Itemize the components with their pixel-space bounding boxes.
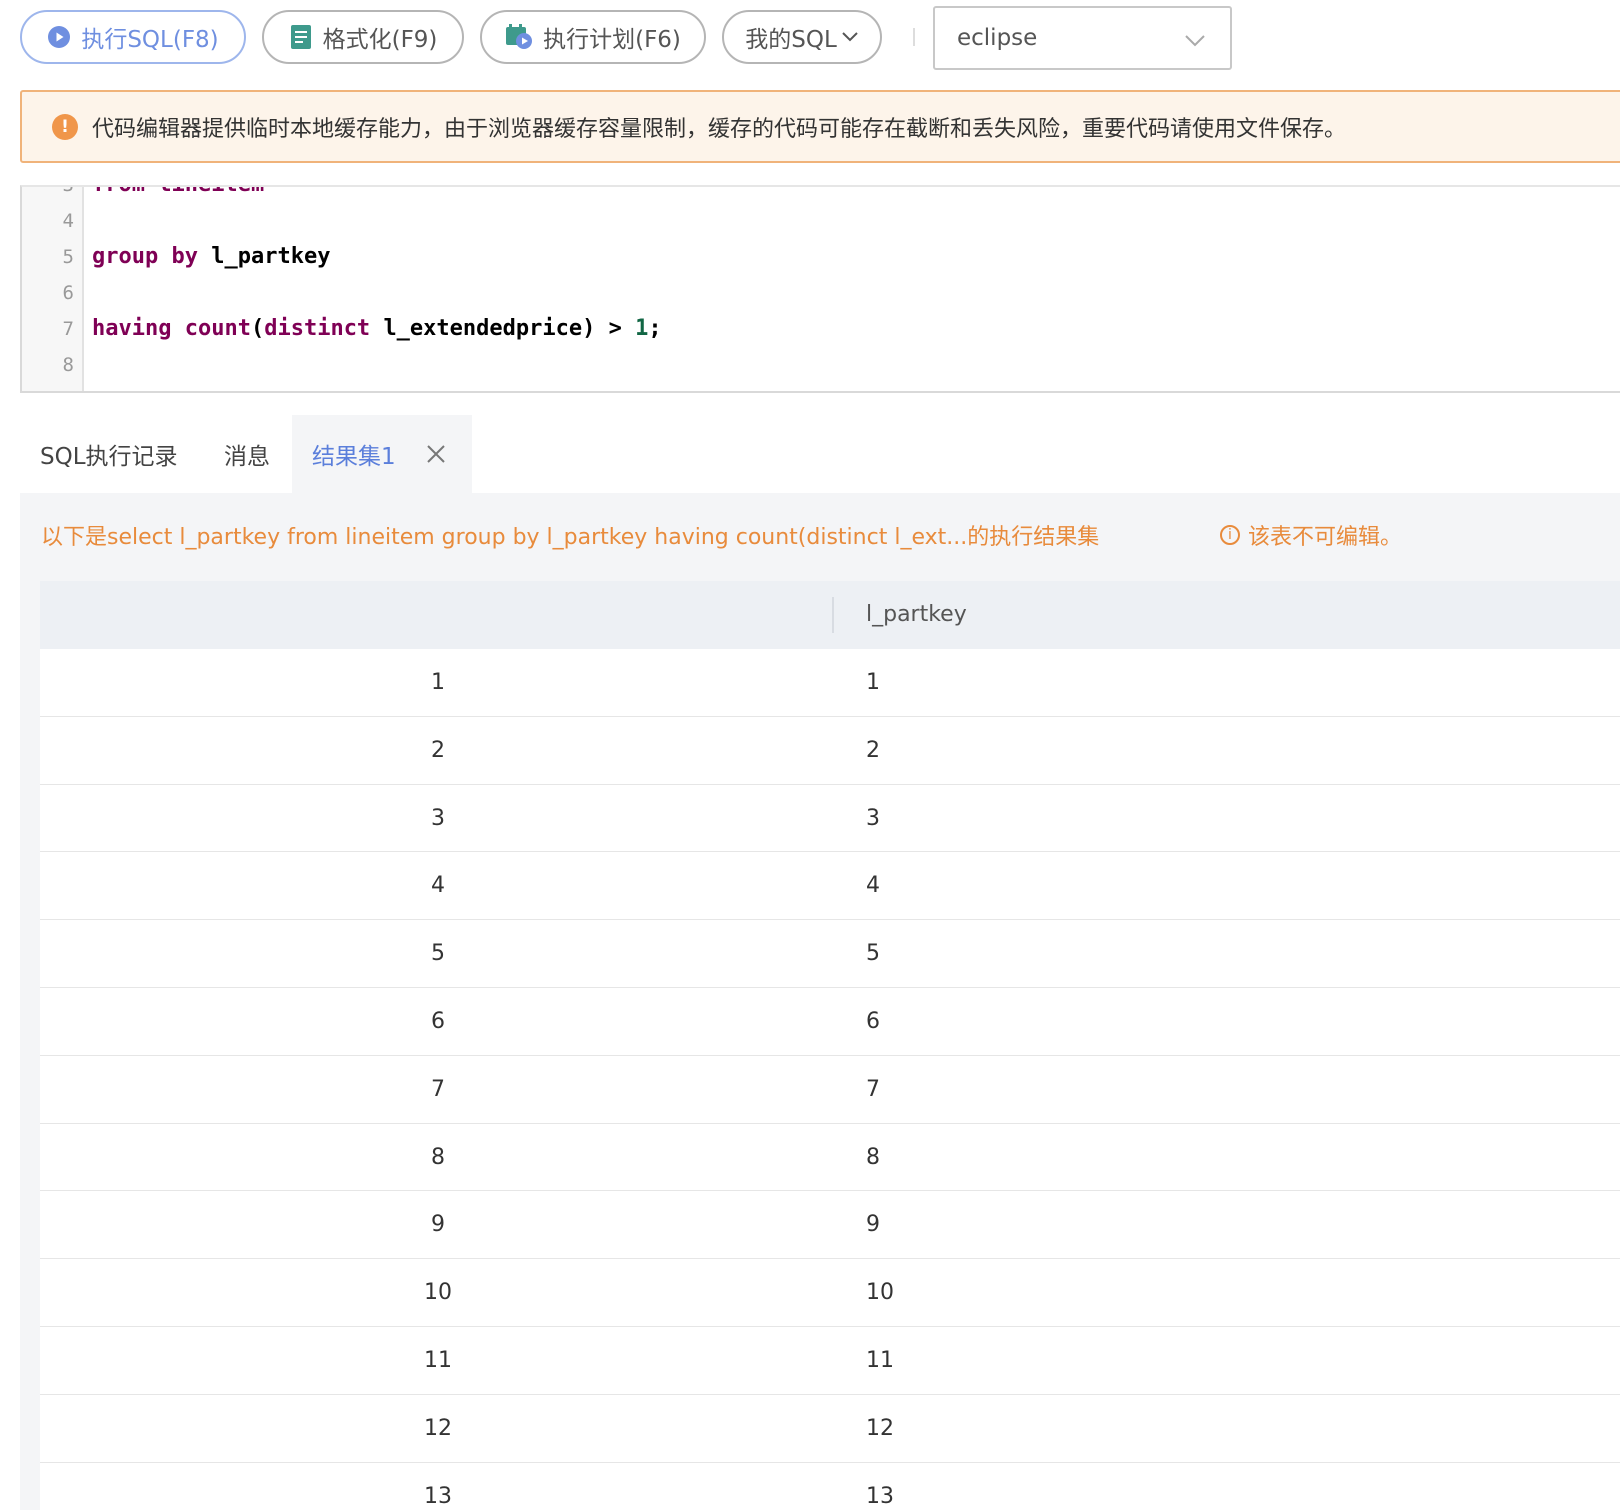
line-number: 3 [62,185,74,196]
toolbar: 执行SQL(F8) 格式化(F9) 执行计划(F6) 我的SQL eclipse [0,0,1620,80]
tab-label: SQL执行记录 [40,444,178,470]
row-index-cell: 2 [431,737,445,763]
row-index-cell: 8 [431,1144,445,1170]
tab-result-set-1[interactable]: 结果集1 [292,415,472,493]
warning-icon: ! [52,113,78,140]
code-text: having count(distinct l_extendedprice) >… [92,316,662,341]
row-index-cell: 7 [431,1076,445,1102]
my-sql-dropdown[interactable]: 我的SQL [722,10,882,64]
code-line: 4 [22,203,1620,239]
run-sql-label: 执行SQL(F8) [81,27,219,53]
l-partkey-cell: 1 [866,670,880,695]
cache-warning-text: 代码编辑器提供临时本地缓存能力，由于浏览器缓存容量限制，缓存的代码可能存在截断和… [92,116,1347,142]
code-line: 6 [22,275,1620,311]
table-row[interactable]: 11 [40,649,1620,717]
tab-messages[interactable]: 消息 [224,415,270,493]
l-partkey-cell: 4 [866,873,880,899]
code-line: 5 group by l_partkey [22,239,1620,275]
l-partkey-cell: 12 [866,1415,894,1441]
info-circle-icon: i [1220,525,1240,545]
result-panel: 以下是select l_partkey from lineitem group … [20,493,1620,1510]
table-row[interactable]: 22 [40,717,1620,785]
table-row[interactable]: 66 [40,988,1620,1056]
row-index-cell: 10 [424,1280,452,1306]
table-row[interactable]: 33 [40,785,1620,853]
execution-plan-button[interactable]: 执行计划(F6) [480,10,706,64]
table-row[interactable]: 99 [40,1191,1620,1260]
tab-label: 结果集1 [312,444,396,470]
table-row[interactable]: 13 13 [40,1463,1620,1510]
chevron-down-icon [1184,28,1206,54]
code-line: 3 from lineitem [22,185,1620,203]
cache-warning-alert: ! 代码编辑器提供临时本地缓存能力，由于浏览器缓存容量限制，缓存的代码可能存在截… [20,90,1620,163]
readonly-notice: i 该表不可编辑。 [1220,519,1402,551]
table-header: l_partkey [40,581,1620,649]
result-tabs: SQL执行记录 消息 结果集1 [20,415,1620,493]
row-index-cell: 5 [431,941,445,967]
readonly-text: 该表不可编辑。 [1248,525,1403,550]
line-number: 7 [62,318,74,340]
l-partkey-cell: 11 [866,1347,894,1373]
l-partkey-cell: 2 [866,737,880,763]
chevron-down-icon [841,31,859,43]
table-row[interactable]: 55 [40,920,1620,988]
l-partkey-cell: 10 [866,1280,894,1306]
table-row[interactable]: 11 11 [40,1327,1620,1395]
column-divider[interactable] [832,597,834,633]
calendar-play-icon [505,24,533,50]
table-row[interactable]: 88 [40,1124,1620,1192]
l-partkey-cell: 13 [866,1483,894,1509]
l-partkey-cell: 7 [866,1076,880,1102]
close-icon[interactable] [426,438,446,471]
line-number: 5 [62,246,74,268]
my-sql-label: 我的SQL [745,27,837,53]
line-number: 8 [62,354,74,376]
row-index-cell: 4 [431,873,445,899]
row-index-cell: 9 [431,1212,445,1238]
table-row[interactable]: 44 [40,852,1620,921]
row-index-cell: 11 [424,1347,452,1373]
toolbar-divider [913,28,915,46]
row-index-cell: 6 [431,1008,445,1034]
code-line: 7 having count(distinct l_extendedprice)… [22,311,1620,347]
table-row[interactable]: 10 10 [40,1259,1620,1327]
code-text: group by l_partkey [92,244,331,269]
l-partkey-cell: 3 [866,805,880,831]
tab-label: 消息 [224,444,270,470]
format-label: 格式化(F9) [322,27,438,53]
database-select-value: eclipse [957,25,1038,51]
row-index-cell: 3 [431,805,445,831]
table-body: 1 1 2 2 3 3 4 4 5 5 6 6 7 7 8 8 9 9 10 10 11 11 12 12 13 13 [40,649,1620,1510]
table-row[interactable]: 12 12 [40,1395,1620,1463]
l-partkey-cell: 5 [866,941,880,967]
l-partkey-cell: 9 [866,1212,880,1238]
row-index-cell: 1 [431,670,445,695]
database-select[interactable]: eclipse [933,6,1232,70]
sql-editor[interactable]: 3 from lineitem 4 5 group by l_partkey 6… [20,185,1620,393]
l-partkey-cell: 8 [866,1144,880,1170]
play-circle-icon [47,25,71,49]
row-index-cell: 12 [424,1415,452,1441]
result-table: l_partkey 1 1 2 2 3 3 4 4 5 5 6 6 7 7 8 8 9 9 10 10 11 11 12 12… [40,581,1620,1510]
code-text: from lineitem [92,187,264,203]
run-sql-button[interactable]: 执行SQL(F8) [20,10,246,64]
line-number: 6 [62,282,74,304]
execution-plan-label: 执行计划(F6) [543,27,681,53]
row-index-cell: 13 [424,1483,452,1509]
column-header-l-partkey[interactable]: l_partkey [866,581,967,649]
document-icon [289,24,313,50]
format-button[interactable]: 格式化(F9) [262,10,464,64]
code-line: 8 [22,347,1620,383]
line-number: 4 [62,210,74,232]
l-partkey-cell: 6 [866,1008,880,1034]
tab-sql-history[interactable]: SQL执行记录 [40,415,178,493]
result-summary: 以下是select l_partkey from lineitem group … [41,525,1100,550]
table-row[interactable]: 77 [40,1056,1620,1124]
